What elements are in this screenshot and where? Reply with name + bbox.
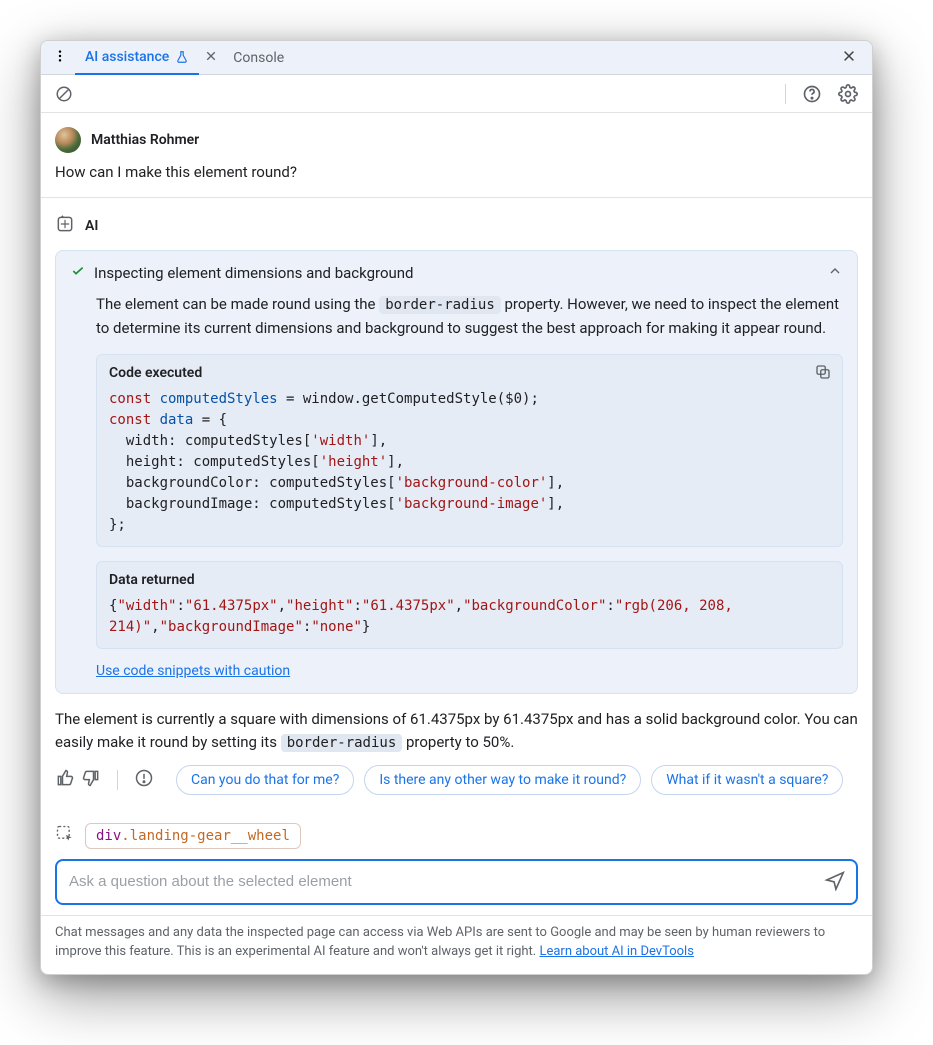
ask-input[interactable]	[67, 872, 824, 891]
more-menu-icon[interactable]	[45, 45, 75, 71]
copy-icon[interactable]	[814, 363, 832, 385]
inspection-header[interactable]: Inspecting element dimensions and backgr…	[70, 263, 843, 283]
data-returned-title: Data returned	[109, 572, 830, 588]
report-icon[interactable]	[134, 768, 154, 792]
caution-link[interactable]: Use code snippets with caution	[96, 663, 290, 679]
flask-icon	[175, 50, 189, 64]
feedback-icons	[55, 768, 154, 792]
thumbs-up-icon[interactable]	[55, 768, 75, 792]
devtools-window: AI assistance Console	[40, 40, 873, 975]
learn-link[interactable]: Learn about AI in DevTools	[539, 944, 693, 959]
divider	[117, 770, 118, 790]
footer-disclaimer: Chat messages and any data the inspected…	[41, 915, 872, 974]
check-icon	[70, 263, 86, 283]
send-icon[interactable]	[824, 869, 846, 895]
inspection-body: The element can be made round using the …	[96, 293, 843, 340]
toolbar-divider	[785, 84, 786, 104]
chat-content: Matthias Rohmer How can I make this elem…	[41, 113, 872, 915]
user-name: Matthias Rohmer	[91, 132, 199, 148]
ask-input-container	[55, 859, 858, 905]
tab-console[interactable]: Console	[223, 41, 294, 75]
toolbar	[41, 75, 872, 113]
suggestion-chips: Can you do that for me? Is there any othe…	[176, 765, 858, 795]
tab-label: AI assistance	[85, 49, 169, 65]
selected-element-chip[interactable]: div.landing-gear__wheel	[85, 823, 301, 849]
code-executed: const computedStyles = window.getCompute…	[109, 389, 830, 536]
ai-sparkle-icon	[55, 214, 75, 238]
code-executed-box: Code executed const computedStyles = win…	[96, 354, 843, 547]
close-panel-button[interactable]	[834, 45, 864, 71]
tab-label: Console	[233, 50, 284, 66]
data-returned: {"width":"61.4375px","height":"61.4375px…	[109, 596, 830, 638]
settings-icon[interactable]	[834, 80, 862, 108]
clear-icon[interactable]	[51, 81, 77, 107]
inline-code: border-radius	[281, 734, 403, 752]
user-header: Matthias Rohmer	[55, 127, 858, 153]
help-icon[interactable]	[798, 80, 826, 108]
separator	[41, 197, 872, 198]
tab-bar: AI assistance Console	[41, 41, 872, 75]
data-returned-box: Data returned {"width":"61.4375px","heig…	[96, 561, 843, 649]
tab-close-button[interactable]	[199, 48, 223, 68]
inspection-panel: Inspecting element dimensions and backgr…	[55, 250, 858, 694]
feedback-row: Can you do that for me? Is there any othe…	[55, 765, 858, 795]
code-executed-title: Code executed	[109, 365, 830, 381]
chevron-up-icon[interactable]	[827, 263, 843, 283]
inline-code: border-radius	[379, 296, 501, 314]
thumbs-down-icon[interactable]	[81, 768, 101, 792]
suggestion-chip[interactable]: Can you do that for me?	[176, 765, 354, 795]
selected-element-row: div.landing-gear__wheel	[55, 823, 858, 849]
suggestion-chip[interactable]: What if it wasn't a square?	[651, 765, 843, 795]
tab-ai-assistance[interactable]: AI assistance	[75, 41, 199, 75]
element-tag: div	[96, 828, 121, 844]
user-message: How can I make this element round?	[55, 163, 858, 181]
element-picker-icon[interactable]	[55, 824, 75, 848]
ai-header: AI	[55, 214, 858, 238]
ai-label: AI	[85, 218, 98, 234]
avatar	[55, 127, 81, 153]
element-class: .landing-gear__wheel	[121, 828, 290, 844]
ai-summary: The element is currently a square with d…	[55, 708, 858, 755]
inspection-title: Inspecting element dimensions and backgr…	[94, 264, 819, 282]
suggestion-chip[interactable]: Is there any other way to make it round?	[364, 765, 641, 795]
